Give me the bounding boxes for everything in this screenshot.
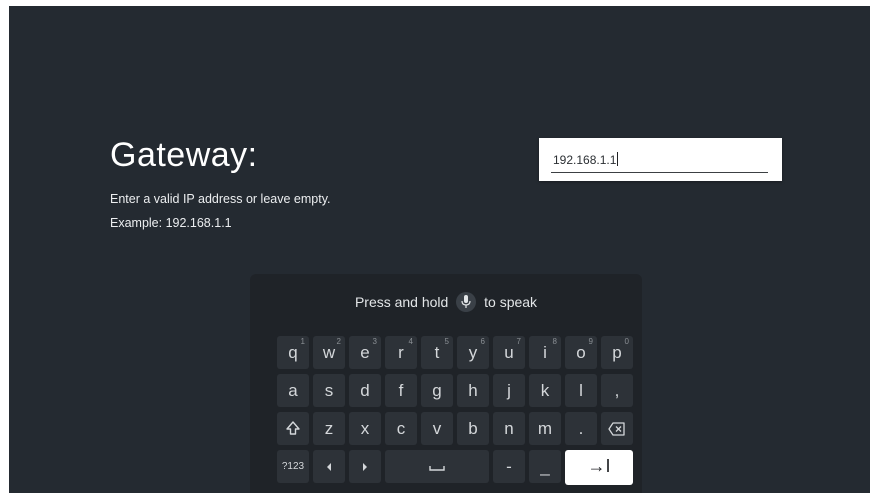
- key-alt-label: 4: [408, 337, 413, 346]
- key-label: y: [468, 343, 478, 362]
- key-alt-label: 5: [444, 337, 449, 346]
- key-v[interactable]: v: [421, 412, 453, 445]
- backspace-icon: [608, 422, 625, 436]
- key-z[interactable]: z: [313, 412, 345, 445]
- key-b[interactable]: b: [457, 412, 489, 445]
- key-w[interactable]: w2: [313, 336, 345, 369]
- key-alt-label: 0: [624, 337, 629, 346]
- gateway-input-text: 192.168.1.1: [553, 152, 619, 167]
- key-label: t: [434, 343, 440, 362]
- key-label: u: [504, 343, 514, 362]
- key-g[interactable]: g: [421, 374, 453, 407]
- field-description: Enter a valid IP address or leave empty.: [110, 192, 331, 206]
- key-alt-label: 1: [300, 337, 305, 346]
- voice-hint-after: to speak: [484, 294, 538, 310]
- backspace-key[interactable]: [601, 412, 633, 445]
- key-d[interactable]: d: [349, 374, 381, 407]
- key-label: r: [398, 343, 404, 362]
- key-s[interactable]: s: [313, 374, 345, 407]
- tv-screen: Gateway: Enter a valid IP address or lea…: [9, 6, 870, 493]
- key-label: e: [360, 343, 370, 362]
- key-p[interactable]: p0: [601, 336, 633, 369]
- field-example: Example: 192.168.1.1: [110, 216, 232, 230]
- key-dash[interactable]: -: [493, 450, 525, 483]
- key-alt-label: 8: [552, 337, 557, 346]
- gateway-input[interactable]: 192.168.1.1: [539, 138, 782, 181]
- input-underline: [551, 172, 768, 173]
- enter-key[interactable]: →I: [565, 450, 633, 485]
- key-y[interactable]: y6: [457, 336, 489, 369]
- cursor-right-key[interactable]: [349, 450, 381, 483]
- key-alt-label: 3: [372, 337, 377, 346]
- key-label: q: [288, 343, 298, 362]
- microphone-icon: [456, 292, 477, 312]
- page-title: Gateway:: [110, 136, 258, 174]
- key-label: o: [576, 343, 586, 362]
- key-c[interactable]: c: [385, 412, 417, 445]
- voice-hint: Press and hold to speak: [250, 292, 642, 312]
- key-f[interactable]: f: [385, 374, 417, 407]
- key-alt-label: 7: [516, 337, 521, 346]
- key-j[interactable]: j: [493, 374, 525, 407]
- key-alt-label: 9: [588, 337, 593, 346]
- key-o[interactable]: o9: [565, 336, 597, 369]
- space-icon: [429, 466, 445, 471]
- key-label: w: [322, 343, 336, 362]
- key-e[interactable]: e3: [349, 336, 381, 369]
- key-label: i: [543, 343, 547, 362]
- key-t[interactable]: t5: [421, 336, 453, 369]
- key-comma[interactable]: ,: [601, 374, 633, 407]
- gateway-input-value: 192.168.1.1: [553, 153, 617, 167]
- key-x[interactable]: x: [349, 412, 381, 445]
- key-q[interactable]: q1: [277, 336, 309, 369]
- key-a[interactable]: a: [277, 374, 309, 407]
- key-n[interactable]: n: [493, 412, 525, 445]
- text-caret: [617, 152, 619, 166]
- cursor-left-key[interactable]: [313, 450, 345, 483]
- key-m[interactable]: m: [529, 412, 561, 445]
- on-screen-keyboard: Press and hold to speak q1 w2 e3 r4 t5 y…: [250, 274, 642, 493]
- symbols-key[interactable]: ?123: [277, 450, 309, 483]
- key-underscore[interactable]: _: [529, 450, 561, 483]
- arrow-left-icon: [327, 463, 331, 471]
- shift-key[interactable]: [277, 412, 309, 445]
- shift-icon: [286, 421, 300, 435]
- key-label: p: [612, 343, 622, 362]
- key-alt-label: 6: [480, 337, 485, 346]
- voice-hint-before: Press and hold: [354, 294, 449, 310]
- space-key[interactable]: [385, 450, 489, 483]
- key-k[interactable]: k: [529, 374, 561, 407]
- key-u[interactable]: u7: [493, 336, 525, 369]
- key-alt-label: 2: [336, 337, 341, 346]
- key-r[interactable]: r4: [385, 336, 417, 369]
- key-i[interactable]: i8: [529, 336, 561, 369]
- key-h[interactable]: h: [457, 374, 489, 407]
- key-period[interactable]: .: [565, 412, 597, 445]
- arrow-right-icon: [363, 463, 367, 471]
- key-l[interactable]: l: [565, 374, 597, 407]
